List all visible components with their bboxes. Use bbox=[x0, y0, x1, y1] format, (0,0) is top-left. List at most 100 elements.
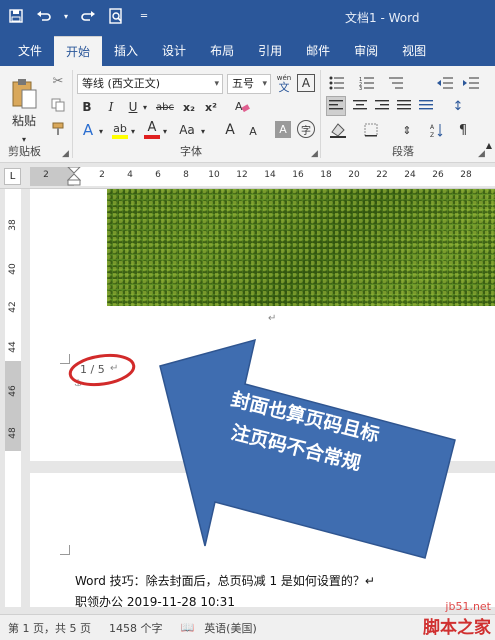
collapse-ribbon-icon[interactable]: ▲ bbox=[484, 140, 494, 150]
clipboard-launcher-icon[interactable]: ◢ bbox=[62, 149, 69, 159]
bold-button[interactable]: B bbox=[79, 98, 95, 116]
ruler-number: 46 bbox=[8, 385, 18, 397]
word-count[interactable]: 1458 个字 bbox=[109, 620, 163, 636]
shading-icon[interactable] bbox=[326, 120, 352, 140]
align-right-icon[interactable] bbox=[372, 96, 392, 116]
ruler-number: 40 bbox=[8, 263, 18, 275]
align-center-icon[interactable] bbox=[350, 96, 370, 116]
tab-insert[interactable]: 插入 bbox=[102, 36, 150, 66]
window-title: 文档1 - Word bbox=[345, 11, 420, 25]
paragraph-launcher-icon[interactable]: ◢ bbox=[478, 149, 485, 159]
highlight-dropdown-icon[interactable]: ▾ bbox=[129, 122, 137, 140]
highlight-color-swatch bbox=[112, 134, 128, 139]
document-text-line: 职领办公 2019-11-28 10:31 bbox=[75, 595, 235, 607]
shrink-font-button[interactable]: A bbox=[245, 122, 261, 140]
redo-icon[interactable] bbox=[78, 6, 98, 26]
change-case-button[interactable]: Aa bbox=[175, 120, 199, 140]
footer-corner-mark bbox=[60, 354, 70, 364]
undo-icon[interactable] bbox=[34, 6, 54, 26]
undo-dropdown-icon[interactable]: ▾ bbox=[62, 6, 70, 26]
paragraph-group-label: 段落 bbox=[392, 145, 414, 158]
language[interactable]: 英语(美国) bbox=[204, 620, 257, 636]
print-preview-icon[interactable] bbox=[106, 6, 126, 26]
watermark-name: 脚本之家 bbox=[423, 618, 491, 638]
tab-file[interactable]: 文件 bbox=[6, 36, 54, 66]
tab-stop-selector[interactable]: L bbox=[4, 168, 21, 185]
tab-references[interactable]: 引用 bbox=[246, 36, 294, 66]
anchor-icon: ⚓ bbox=[74, 379, 83, 389]
borders-icon[interactable] bbox=[358, 120, 384, 140]
ruler-number: 48 bbox=[8, 427, 18, 439]
status-bar: 第 1 页，共 5 页 1458 个字 📖 英语(美国) bbox=[0, 614, 495, 640]
align-left-icon[interactable] bbox=[326, 96, 346, 116]
tab-view[interactable]: 视图 bbox=[390, 36, 438, 66]
document-area[interactable]: ↵ 1 / 5 ↵ ⚓ Word 技巧：除去封面后，总页码减 1 是如何设置的？… bbox=[30, 189, 495, 607]
justify-icon[interactable] bbox=[394, 96, 414, 116]
paragraph-mark: ↵ bbox=[268, 313, 277, 324]
underline-dropdown-icon[interactable]: ▾ bbox=[141, 98, 149, 116]
font-color-dropdown-icon[interactable]: ▾ bbox=[161, 122, 169, 140]
page-number-field[interactable]: 1 / 5 bbox=[80, 363, 105, 376]
increase-indent-icon[interactable] bbox=[461, 74, 481, 92]
highlight-button[interactable]: ab bbox=[111, 120, 129, 140]
horizontal-ruler[interactable]: 2 2 4 6 8 10 12 14 16 18 20 22 24 26 28 bbox=[30, 167, 495, 186]
ruler-number: 24 bbox=[404, 170, 416, 180]
proofing-icon[interactable]: 📖 bbox=[180, 621, 194, 634]
paste-icon bbox=[12, 78, 37, 108]
clear-formatting-icon[interactable]: A bbox=[232, 96, 252, 116]
underline-button[interactable]: U bbox=[125, 98, 141, 116]
paragraph-mark: ↵ bbox=[110, 363, 119, 374]
ruler-number: 14 bbox=[264, 170, 276, 180]
save-icon[interactable] bbox=[6, 6, 26, 26]
change-case-dropdown-icon[interactable]: ▾ bbox=[199, 122, 207, 140]
font-name-select[interactable]: 等线 (西文正文) ▾ bbox=[77, 74, 223, 94]
superscript-button[interactable]: x² bbox=[202, 98, 220, 116]
tab-layout[interactable]: 布局 bbox=[198, 36, 246, 66]
font-launcher-icon[interactable]: ◢ bbox=[311, 149, 318, 159]
text-effects-dropdown-icon[interactable]: ▾ bbox=[97, 122, 105, 140]
phonetic-guide-button[interactable]: wén 文 bbox=[275, 72, 293, 94]
distributed-icon[interactable] bbox=[416, 96, 436, 116]
ruler-number: 42 bbox=[8, 301, 18, 313]
tab-home[interactable]: 开始 bbox=[54, 36, 103, 66]
indent-marker-icon[interactable] bbox=[67, 167, 81, 186]
bullets-icon[interactable] bbox=[326, 74, 348, 92]
sort-icon[interactable]: AZ bbox=[426, 120, 448, 140]
enclose-characters-button[interactable]: 字 bbox=[297, 120, 315, 138]
subscript-button[interactable]: x₂ bbox=[180, 98, 198, 116]
chinese-layout-icon[interactable]: ⇕ bbox=[394, 120, 420, 140]
multilevel-list-icon[interactable] bbox=[386, 74, 408, 92]
customize-qat-icon[interactable]: ═ bbox=[134, 6, 154, 26]
text-effects-button[interactable]: A bbox=[79, 120, 97, 140]
cover-image[interactable] bbox=[107, 189, 495, 306]
format-painter-icon[interactable] bbox=[48, 120, 68, 138]
document-page[interactable]: ↵ 1 / 5 ↵ ⚓ bbox=[30, 189, 495, 461]
italic-button[interactable]: I bbox=[103, 98, 119, 116]
tab-mailings[interactable]: 邮件 bbox=[294, 36, 342, 66]
character-border-label: A bbox=[301, 76, 311, 90]
decrease-indent-icon[interactable] bbox=[435, 74, 455, 92]
font-color-swatch bbox=[144, 135, 160, 139]
numbering-icon[interactable]: 123 bbox=[356, 74, 378, 92]
grow-font-button[interactable]: A bbox=[221, 120, 239, 140]
svg-text:Z: Z bbox=[430, 132, 434, 138]
copy-icon[interactable] bbox=[48, 96, 68, 114]
tab-review[interactable]: 审阅 bbox=[342, 36, 390, 66]
font-size-select[interactable]: 五号 ▾ bbox=[227, 74, 271, 94]
line-spacing-icon[interactable]: ↕ bbox=[446, 96, 470, 116]
paste-button[interactable]: 粘贴 bbox=[6, 72, 42, 134]
font-color-button[interactable]: A bbox=[143, 120, 161, 140]
character-border-button[interactable]: A bbox=[297, 74, 315, 92]
ruler-number: 6 bbox=[155, 170, 161, 180]
cut-icon[interactable]: ✂ bbox=[48, 72, 68, 90]
page-count[interactable]: 第 1 页，共 5 页 bbox=[8, 620, 91, 636]
vertical-ruler[interactable]: 38 40 42 44 46 48 bbox=[5, 189, 21, 607]
character-shading-button[interactable]: A bbox=[275, 121, 291, 138]
group-separator bbox=[320, 70, 321, 158]
strikethrough-button[interactable]: abc bbox=[154, 98, 176, 116]
tab-design[interactable]: 设计 bbox=[150, 36, 198, 66]
site-watermark: jb51.net 脚本之家 bbox=[423, 600, 491, 638]
ruler-number: 2 bbox=[43, 170, 49, 180]
group-separator bbox=[72, 70, 73, 158]
show-marks-icon[interactable]: ¶ bbox=[452, 120, 474, 140]
